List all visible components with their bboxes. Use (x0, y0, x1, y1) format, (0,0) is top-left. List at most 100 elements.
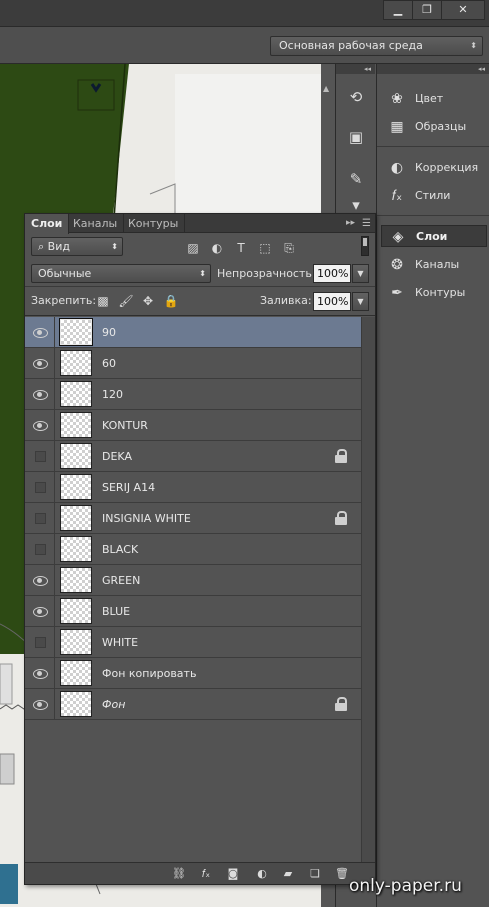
layer-row[interactable]: WHITE (25, 627, 361, 658)
collapse-arrows-icon[interactable]: ◂◂ (336, 64, 375, 74)
workspace-select[interactable]: Основная рабочая среда ⬍ (270, 36, 483, 56)
layer-row[interactable]: DEKA (25, 441, 361, 472)
layer-name[interactable]: DEKA (102, 441, 132, 472)
layer-name[interactable]: BLACK (102, 534, 138, 565)
layer-row[interactable]: Фон копировать (25, 658, 361, 689)
layer-row[interactable]: BLACK (25, 534, 361, 565)
eye-visibility-icon[interactable] (33, 326, 48, 338)
minimize-icon[interactable]: ▁ (383, 0, 413, 20)
smart-object-filter-icon[interactable]: ⎘ (281, 240, 297, 256)
eye-visibility-icon[interactable] (33, 388, 48, 400)
layer-name[interactable]: Фон копировать (102, 658, 196, 689)
panel-adjustments[interactable]: ◐ Коррекция (381, 157, 487, 179)
layer-thumbnail[interactable] (60, 474, 92, 500)
layer-name[interactable]: INSIGNIA WHITE (102, 503, 191, 534)
panel-layers[interactable]: ◈ Слои (381, 225, 487, 247)
panel-paths-label: Контуры (415, 286, 466, 299)
history-icon[interactable]: ⟲ (344, 86, 368, 108)
opacity-dropdown-icon[interactable]: ▼ (352, 264, 369, 283)
layer-thumbnail[interactable] (60, 412, 92, 438)
new-layer-icon[interactable]: ❏ (306, 866, 324, 882)
info-icon[interactable]: ▣ (344, 126, 368, 148)
panel-paths[interactable]: ✒ Контуры (381, 282, 487, 304)
layer-thumbnail[interactable] (60, 350, 92, 376)
eye-visibility-icon[interactable] (33, 605, 48, 617)
layer-name[interactable]: SERIJ A14 (102, 472, 155, 503)
layer-thumbnail[interactable] (60, 598, 92, 624)
lock-transparent-icon[interactable]: ▩ (95, 293, 111, 309)
restore-icon[interactable]: ❐ (412, 0, 442, 20)
eye-visibility-icon[interactable] (33, 698, 48, 710)
filter-toggle[interactable] (361, 236, 369, 256)
lock-all-icon[interactable]: 🔒 (163, 293, 179, 309)
layer-row[interactable]: KONTUR (25, 410, 361, 441)
tab-paths[interactable]: Контуры (122, 214, 186, 233)
adjustment-filter-icon[interactable]: ◐ (209, 240, 225, 256)
eye-visibility-icon[interactable] (33, 667, 48, 679)
layer-thumbnail[interactable] (60, 536, 92, 562)
layer-thumbnail[interactable] (60, 567, 92, 593)
panel-channels[interactable]: ❂ Каналы (381, 254, 487, 276)
new-adjustment-layer-icon[interactable]: ◐ (253, 866, 271, 882)
layer-row[interactable]: Фон (25, 689, 361, 720)
panel-styles[interactable]: 𝑓ₓ Стили (381, 185, 487, 207)
expand-arrows-icon[interactable]: ▸▸ (346, 214, 355, 233)
layer-row[interactable]: 90 (25, 317, 361, 348)
eye-visibility-icon[interactable] (33, 419, 48, 431)
layer-name[interactable]: 120 (102, 379, 123, 410)
fill-input[interactable]: 100% (313, 292, 351, 311)
layer-row[interactable]: SERIJ A14 (25, 472, 361, 503)
tab-channels[interactable]: Каналы (67, 214, 125, 233)
layer-name[interactable]: WHITE (102, 627, 138, 658)
layer-name[interactable]: GREEN (102, 565, 140, 596)
layer-list-scrollbar[interactable] (361, 317, 375, 862)
layer-row[interactable]: 60 (25, 348, 361, 379)
blend-mode-select[interactable]: Обычные ⬍ (31, 264, 211, 283)
fill-dropdown-icon[interactable]: ▼ (352, 292, 369, 311)
visibility-toggle-empty[interactable] (35, 513, 46, 524)
link-layers-icon[interactable]: ⛓ (170, 866, 188, 882)
layer-row[interactable]: GREEN (25, 565, 361, 596)
layer-name[interactable]: Фон (102, 689, 125, 720)
add-mask-icon[interactable]: ◙ (224, 866, 242, 882)
layer-name[interactable]: 90 (102, 317, 116, 348)
layer-list[interactable]: 90 60 120 KONTUR DEKA SERIJ A14 INSIGNIA WHITE… (25, 317, 361, 862)
brush-presets-icon[interactable]: ✎ (344, 168, 368, 190)
collapse-arrows-icon[interactable]: ◂◂ (377, 64, 489, 74)
filter-kind-select[interactable]: ⌕ Вид ⬍ (31, 237, 123, 256)
layer-thumbnail[interactable] (59, 318, 93, 346)
layer-name[interactable]: KONTUR (102, 410, 148, 441)
visibility-toggle-empty[interactable] (35, 482, 46, 493)
layer-name[interactable]: 60 (102, 348, 116, 379)
new-group-folder-icon[interactable]: ▰ (279, 866, 297, 882)
layer-thumbnail[interactable] (60, 381, 92, 407)
opacity-input[interactable]: 100% (313, 264, 351, 283)
visibility-toggle-empty[interactable] (35, 544, 46, 555)
tab-layers[interactable]: Слои (25, 214, 70, 234)
panel-color[interactable]: ❀ Цвет (381, 88, 487, 110)
scroll-up-arrow-icon[interactable]: ▲ (323, 84, 329, 93)
layer-name[interactable]: BLUE (102, 596, 130, 627)
layer-thumbnail[interactable] (60, 505, 92, 531)
layer-row[interactable]: INSIGNIA WHITE (25, 503, 361, 534)
workspace-select-value: Основная рабочая среда (279, 39, 423, 52)
pixel-filter-icon[interactable]: ▨ (185, 240, 201, 256)
lock-move-icon[interactable]: ✥ (140, 293, 156, 309)
layer-thumbnail[interactable] (60, 629, 92, 655)
layer-thumbnail[interactable] (60, 691, 92, 717)
panel-menu-icon[interactable]: ☰ (362, 214, 371, 233)
type-filter-icon[interactable]: T (233, 240, 249, 256)
eye-visibility-icon[interactable] (33, 574, 48, 586)
eye-visibility-icon[interactable] (33, 357, 48, 369)
fx-icon[interactable]: 𝑓ₓ (197, 866, 215, 882)
layer-thumbnail[interactable] (60, 660, 92, 686)
layer-row[interactable]: BLUE (25, 596, 361, 627)
visibility-toggle-empty[interactable] (35, 637, 46, 648)
panel-swatches[interactable]: ▦ Образцы (381, 116, 487, 138)
shape-filter-icon[interactable]: ⬚ (257, 240, 273, 256)
close-icon[interactable]: ✕ (441, 0, 485, 20)
layer-row[interactable]: 120 (25, 379, 361, 410)
lock-paint-brush-icon[interactable]: 🖌 (118, 293, 134, 309)
visibility-toggle-empty[interactable] (35, 451, 46, 462)
layer-thumbnail[interactable] (60, 443, 92, 469)
